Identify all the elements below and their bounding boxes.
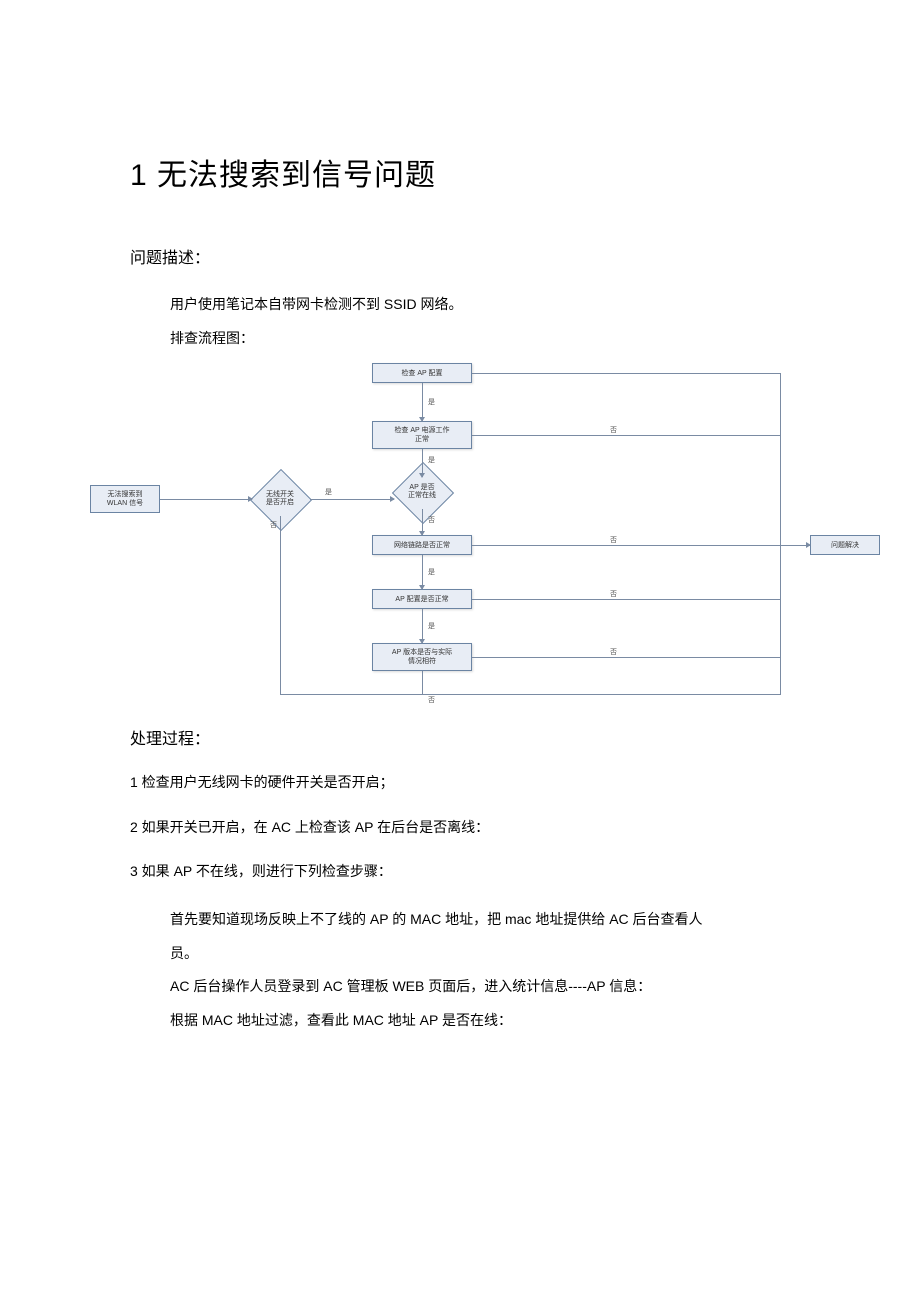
- flow-decision-online: AP 是否正常在线: [392, 475, 452, 509]
- flowchart-label: 排查流程图：: [170, 322, 820, 356]
- process-heading: 处理过程：: [130, 725, 820, 749]
- step-3c: 根据 MAC 地址过滤，查看此 MAC 地址 AP 是否在线：: [170, 1004, 820, 1038]
- flowchart: 无法搜索到WLAN 信号 无线开关是否开启 检查 AP 配置 检查 AP 电源工…: [70, 355, 890, 705]
- step-3a-line2: 员。: [170, 937, 820, 971]
- flow-node-ap-power: 检查 AP 电源工作正常: [372, 421, 472, 449]
- step-3: 3 如果 AP 不在线，则进行下列检查步骤：: [130, 858, 820, 885]
- document-page: 1 无法搜索到信号问题 问题描述： 用户使用笔记本自带网卡检测不到 SSID 网…: [0, 0, 920, 1303]
- flow-node-version: AP 版本是否与实际情况相符: [372, 643, 472, 671]
- step-1: 1 检查用户无线网卡的硬件开关是否开启；: [130, 769, 820, 796]
- flow-node-check-ap: 检查 AP 配置: [372, 363, 472, 383]
- problem-description: 用户使用笔记本自带网卡检测不到 SSID 网络。: [170, 288, 820, 322]
- page-title: 1 无法搜索到信号问题: [130, 150, 820, 194]
- flow-node-start: 无法搜索到WLAN 信号: [90, 485, 160, 513]
- flow-node-link: 网络链路是否正常: [372, 535, 472, 555]
- flow-node-cfg: AP 配置是否正常: [372, 589, 472, 609]
- flow-node-end: 问题解决: [810, 535, 880, 555]
- problem-heading: 问题描述：: [130, 244, 820, 268]
- content-area: 1 无法搜索到信号问题 问题描述： 用户使用笔记本自带网卡检测不到 SSID 网…: [130, 150, 820, 1037]
- step-2: 2 如果开关已开启，在 AC 上检查该 AP 在后台是否离线：: [130, 814, 820, 841]
- flow-decision-switch: 无线开关是否开启: [250, 482, 310, 516]
- step-3a-line1: 首先要知道现场反映上不了线的 AP 的 MAC 地址，把 mac 地址提供给 A…: [170, 903, 820, 937]
- step-3b: AC 后台操作人员登录到 AC 管理板 WEB 页面后，进入统计信息----AP…: [170, 970, 820, 1004]
